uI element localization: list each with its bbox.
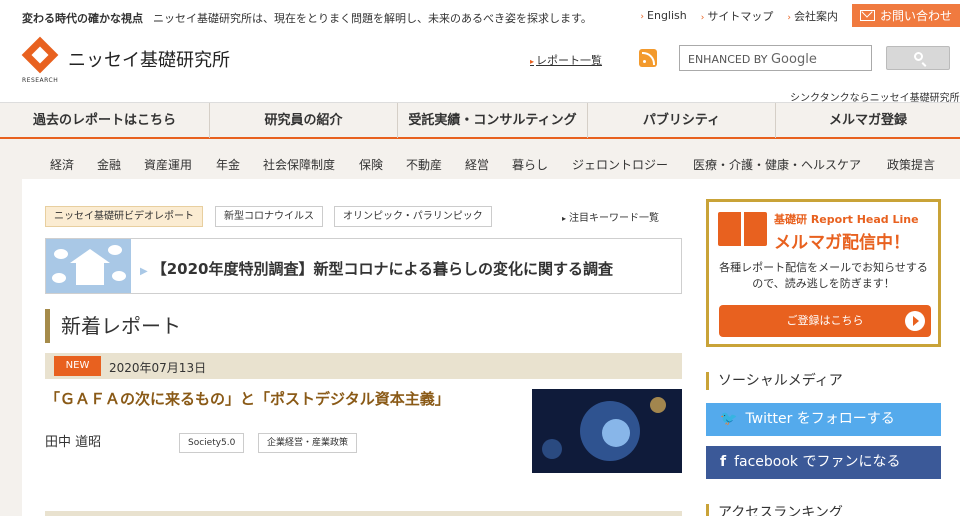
top-strip: 変わる時代の確かな視点 ニッセイ基礎研究所は、現在をとりまく問題を解明し、未来のあ… [0, 0, 960, 30]
mail-magazine-box[interactable]: 基礎研 Report Head Line メルマガ配信中！ 各種レポート配信をメ… [706, 199, 941, 347]
new-badge: NEW [54, 356, 101, 376]
search-brand: Google [770, 52, 817, 67]
article-date: 2020年07月13日 [109, 361, 207, 375]
english-link[interactable]: › English [640, 9, 686, 22]
cat-gerontology[interactable]: ジェロントロジー [572, 156, 668, 173]
logo-sub-text: RESEARCH [22, 77, 59, 84]
article-author[interactable]: 田中 道昭 [45, 431, 101, 450]
cat-economy[interactable]: 経済 [50, 156, 74, 173]
article-date-bar: NEW 2020年07月13日 [45, 353, 682, 379]
social-media-heading: ソーシャルメディア [706, 372, 843, 390]
house-illustration-icon [46, 239, 131, 293]
top-links: › English › サイトマップ › 会社案内 お問い合わせ [640, 4, 960, 27]
tagline-lead: 変わる時代の確かな視点 [22, 12, 143, 25]
cat-pension[interactable]: 年金 [216, 156, 240, 173]
article-title[interactable]: 「ＧＡＦＡの次に来るもの」と「ポストデジタル資本主義」 [45, 388, 450, 409]
sitemap-link[interactable]: › サイトマップ [701, 8, 774, 24]
next-article-bar [45, 511, 682, 516]
contact-button[interactable]: お問い合わせ [851, 4, 960, 27]
mail-sub-title: 基礎研 Report Head Line [774, 213, 919, 226]
nav-researchers[interactable]: 研究員の紹介 [210, 103, 398, 138]
logo-name: ニッセイ基礎研究所 [68, 50, 230, 71]
facebook-icon: f [720, 454, 727, 470]
category-nav: 経済 金融 資産運用 年金 社会保障制度 保険 不動産 経営 暮らし ジェロント… [0, 139, 960, 179]
article-thumbnail[interactable] [532, 389, 682, 473]
report-list-link[interactable]: ▸ レポート一覧 [530, 52, 602, 68]
global-nav: 過去のレポートはこちら 研究員の紹介 受託実績・コンサルティング パブリシティ … [0, 102, 960, 139]
triangle-icon: ▶ [140, 266, 148, 277]
cat-insurance[interactable]: 保険 [359, 156, 383, 173]
twitter-follow-button[interactable]: 🐦 Twitter をフォローする [706, 403, 941, 436]
search-button[interactable] [886, 46, 950, 70]
banner-text: ▶ 【2020年度特別調査】新型コロナによる暮らしの変化に関する調査 [140, 260, 614, 278]
mail-description: 各種レポート配信をメールでお知らせするので、読み逃しを防ぎます！ [719, 261, 928, 290]
nav-past-reports[interactable]: 過去のレポートはこちら [0, 103, 210, 138]
cat-management[interactable]: 経営 [465, 156, 489, 173]
search-prefix: ENHANCED BY [688, 53, 768, 66]
cat-living[interactable]: 暮らし [512, 156, 548, 173]
rss-icon[interactable] [639, 49, 657, 67]
nav-mail-magazine[interactable]: メルマガ登録 [776, 103, 960, 138]
twitter-icon: 🐦 [720, 411, 738, 427]
tagline: 変わる時代の確かな視点 ニッセイ基礎研究所は、現在をとりまく問題を解明し、未来のあ… [22, 10, 592, 26]
cat-real-estate[interactable]: 不動産 [406, 156, 442, 173]
keyword-video-report[interactable]: ニッセイ基礎研ビデオレポート [45, 206, 203, 227]
keyword-olympics[interactable]: オリンピック・パラリンピック [334, 206, 492, 227]
special-survey-banner[interactable]: ▶ 【2020年度特別調査】新型コロナによる暮らしの変化に関する調査 [45, 238, 682, 294]
article-tag-management[interactable]: 企業経営・産業政策 [258, 433, 358, 453]
tagline-body: ニッセイ基礎研究所は、現在をとりまく問題を解明し、未来のあるべき姿を探求します。 [153, 12, 592, 25]
cat-healthcare[interactable]: 医療・介護・健康・ヘルスケア [693, 156, 861, 173]
cat-policy[interactable]: 政策提言 [887, 156, 935, 173]
keyword-list-link[interactable]: ▸ 注目キーワード一覧 [562, 209, 659, 224]
company-link[interactable]: › 会社案内 [787, 8, 838, 24]
nav-publicity[interactable]: パブリシティ [588, 103, 776, 138]
section-title: 新着レポート [45, 309, 181, 343]
cat-social-security[interactable]: 社会保障制度 [263, 156, 335, 173]
cat-asset-management[interactable]: 資産運用 [144, 156, 192, 173]
nav-consulting[interactable]: 受託実績・コンサルティング [398, 103, 588, 138]
facebook-like-button[interactable]: f facebook でファンになる [706, 446, 941, 479]
logo-diamond-icon: RESEARCH [21, 36, 59, 84]
site-logo[interactable]: RESEARCH ニッセイ基礎研究所 [21, 36, 230, 84]
mail-icon [859, 10, 875, 21]
access-ranking-heading: アクセスランキング [706, 504, 843, 516]
search-input[interactable]: ENHANCED BY Google [679, 45, 872, 71]
article-tag-society[interactable]: Society5.0 [179, 433, 245, 453]
book-icon [718, 212, 768, 250]
cat-finance[interactable]: 金融 [97, 156, 121, 173]
mail-main-title: メルマガ配信中！ [774, 233, 910, 253]
search-icon [914, 52, 923, 61]
register-button[interactable]: ご登録はこちら [719, 305, 931, 337]
keyword-covid[interactable]: 新型コロナウイルス [215, 206, 323, 227]
play-arrow-icon [905, 311, 925, 331]
